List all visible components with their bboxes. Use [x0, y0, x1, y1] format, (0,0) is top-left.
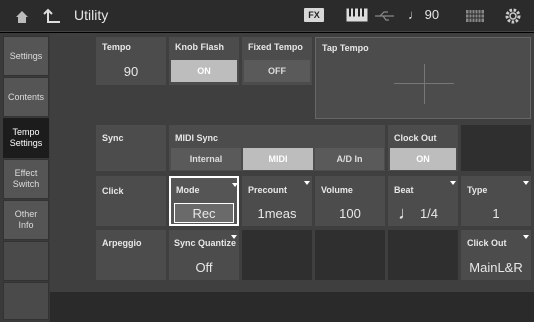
clock-out-label: Clock Out — [394, 133, 437, 143]
click-volume-label: Volume — [321, 185, 353, 195]
sidebar-item-contents[interactable]: Contents — [3, 77, 49, 117]
click-beat-value: 1/4 — [419, 206, 439, 221]
sidebar-empty-slot — [3, 241, 49, 281]
sidebar-item-effect-switch[interactable]: Effect Switch — [3, 159, 49, 199]
tempo-value: 90 — [123, 64, 139, 79]
knob-flash-label: Knob Flash — [175, 42, 224, 52]
sidebar-item-other-info[interactable]: Other Info — [3, 200, 49, 240]
bottom-bar — [50, 292, 534, 322]
arpeggio-row-label-cell: Arpeggio — [96, 230, 166, 280]
sidebar-item-tempo-settings[interactable]: Tempo Settings — [3, 118, 49, 158]
sync-quantize-label: Sync Quantize — [174, 238, 237, 248]
fixed-tempo-label: Fixed Tempo — [248, 42, 303, 52]
sync-option-internal[interactable]: Internal — [171, 148, 241, 170]
fx-badge: FX — [304, 8, 324, 22]
empty-cell — [388, 230, 458, 280]
click-type-label: Type — [467, 185, 488, 195]
click-beat-field[interactable]: Beat ♩ 1/4 — [388, 176, 458, 226]
fixed-tempo-toggle[interactable]: OFF — [244, 60, 310, 82]
dropdown-arrow-icon — [232, 183, 238, 187]
grid-icon[interactable] — [466, 9, 484, 27]
dropdown-arrow-icon — [450, 181, 456, 185]
dropdown-arrow-icon — [231, 235, 237, 239]
click-type-field[interactable]: Type 1 — [461, 176, 531, 226]
back-icon — [43, 8, 60, 23]
tap-tempo-label: Tap Tempo — [322, 43, 369, 53]
page-title: Utility — [74, 7, 109, 23]
tap-tempo-pad[interactable]: Tap Tempo — [315, 37, 531, 119]
click-precount-label: Precount — [248, 185, 288, 195]
midi-sync-label: MIDI Sync — [175, 133, 219, 143]
tempo-cell[interactable]: Tempo 90 — [96, 37, 166, 85]
click-out-label: Click Out — [467, 238, 507, 248]
sidebar: Settings Contents Tempo Settings Effect … — [0, 33, 50, 322]
click-out-field[interactable]: Click Out MainL&R — [461, 230, 531, 280]
empty-cell — [315, 230, 385, 280]
dropdown-arrow-icon — [523, 181, 529, 185]
gear-icon[interactable] — [504, 7, 522, 30]
midi-sync-cell: MIDI Sync Internal MIDI A/D In — [169, 125, 385, 171]
click-mode-label: Mode — [176, 185, 200, 195]
dropdown-arrow-icon — [523, 235, 529, 239]
tempo-label: Tempo — [102, 42, 131, 52]
sync-option-ad-in[interactable]: A/D In — [315, 148, 384, 170]
click-precount-field[interactable]: Precount 1meas — [242, 176, 312, 226]
click-beat-label: Beat — [394, 185, 414, 195]
click-mode-value: Rec — [174, 203, 234, 223]
click-label: Click — [102, 186, 124, 196]
empty-cell — [242, 230, 312, 280]
title-bar: Utility FX ♩ 90 — [0, 0, 534, 32]
click-out-value: MainL&R — [469, 260, 523, 275]
sync-quantize-value: Off — [195, 260, 213, 275]
click-type-value: 1 — [492, 206, 500, 221]
usb-icon — [374, 9, 396, 27]
sidebar-empty-slot — [3, 282, 49, 320]
click-mode-field[interactable]: Mode Rec — [169, 176, 239, 226]
fixed-tempo-cell: Fixed Tempo OFF — [242, 37, 312, 85]
knob-flash-toggle[interactable]: ON — [171, 60, 237, 82]
arpeggio-label: Arpeggio — [102, 238, 142, 248]
sync-label: Sync — [102, 133, 124, 143]
sync-row-label-cell: Sync — [96, 125, 166, 171]
click-precount-value: 1meas — [257, 206, 297, 221]
clock-out-toggle[interactable]: ON — [390, 148, 456, 170]
click-row-label-cell: Click — [96, 176, 166, 226]
back-button[interactable] — [38, 4, 74, 28]
keyboard-icon — [346, 8, 368, 27]
sidebar-item-settings[interactable]: Settings — [3, 36, 49, 76]
tempo-display: ♩ 90 — [408, 7, 440, 22]
sync-quantize-field[interactable]: Sync Quantize Off — [169, 230, 239, 280]
sync-option-midi[interactable]: MIDI — [243, 148, 313, 170]
tap-tempo-crosshair — [424, 64, 425, 104]
home-icon — [16, 11, 28, 23]
click-volume-field[interactable]: Volume 100 — [315, 176, 385, 226]
click-volume-value: 100 — [339, 206, 361, 221]
home-button[interactable] — [6, 4, 38, 28]
empty-cell — [461, 125, 531, 171]
dropdown-arrow-icon — [304, 181, 310, 185]
clock-out-cell: Clock Out ON — [388, 125, 458, 171]
knob-flash-cell: Knob Flash ON — [169, 37, 239, 85]
